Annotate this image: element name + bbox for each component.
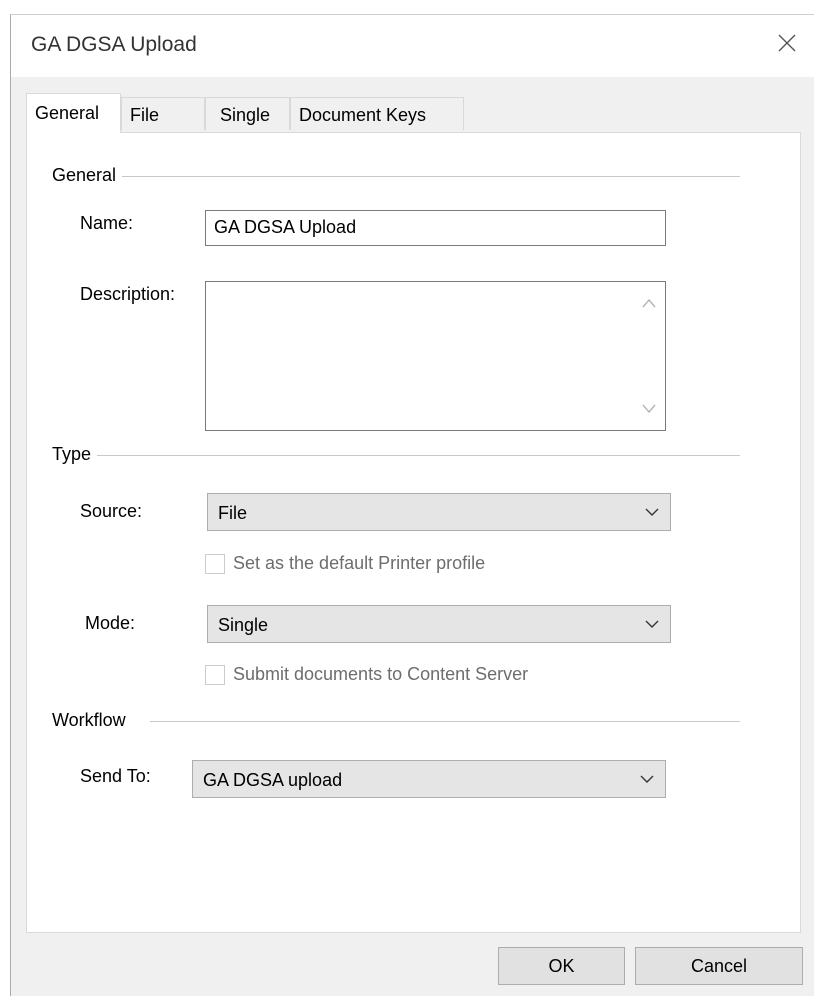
- mode-label: Mode:: [85, 613, 136, 633]
- tab-label: General: [35, 103, 100, 123]
- description-field[interactable]: [205, 281, 666, 431]
- description-label: Description:: [80, 284, 176, 304]
- submit-content-server-label: Submit documents to Content Server: [233, 664, 529, 684]
- close-icon: [778, 34, 796, 52]
- cancel-button-label: Cancel: [690, 955, 748, 976]
- submit-content-server-option[interactable]: Submit documents to Content Server: [205, 664, 528, 685]
- mode-value: Single: [218, 615, 269, 635]
- chevron-down-icon: [640, 775, 654, 783]
- group-divider: [97, 455, 740, 456]
- type-group-heading: Type: [52, 444, 96, 465]
- chevron-up-icon: [642, 298, 656, 308]
- tab-single[interactable]: Single: [205, 97, 290, 130]
- tab-file[interactable]: File: [121, 97, 205, 130]
- tab-label: Document Keys: [299, 105, 427, 125]
- group-divider: [150, 721, 740, 722]
- mode-dropdown[interactable]: Single: [207, 605, 671, 643]
- tab-general[interactable]: General: [26, 93, 121, 133]
- source-dropdown[interactable]: File: [207, 493, 671, 531]
- send-to-value: GA DGSA upload: [203, 770, 343, 790]
- title-bar: GA DGSA Upload: [11, 15, 814, 77]
- chevron-down-icon: [645, 620, 659, 628]
- send-to-label: Send To:: [80, 766, 151, 786]
- tab-label: Single: [220, 105, 271, 125]
- name-label: Name:: [80, 213, 134, 233]
- general-tab-panel: General Name: GA DGSA Upload Description…: [26, 132, 801, 933]
- default-printer-label: Set as the default Printer profile: [233, 553, 486, 573]
- workflow-group-heading: Workflow: [52, 710, 130, 731]
- window-title: GA DGSA Upload: [31, 33, 197, 56]
- chevron-down-icon: [645, 508, 659, 516]
- dialog-window: GA DGSA Upload General File Single Docum…: [10, 14, 814, 996]
- tab-document-keys[interactable]: Document Keys: [290, 97, 464, 130]
- source-label: Source:: [80, 501, 143, 521]
- tab-label: File: [130, 105, 160, 125]
- chevron-down-icon: [642, 404, 656, 414]
- general-group-heading: General: [52, 165, 121, 186]
- description-scrollbar[interactable]: [634, 283, 664, 429]
- tab-strip: General File Single Document Keys: [26, 93, 486, 133]
- default-printer-checkbox[interactable]: [205, 553, 225, 574]
- ok-button[interactable]: OK: [498, 947, 625, 985]
- default-printer-option[interactable]: Set as the default Printer profile: [205, 553, 485, 574]
- ok-button-label: OK: [548, 955, 575, 976]
- group-divider: [122, 176, 740, 177]
- source-value: File: [218, 503, 248, 523]
- submit-content-server-checkbox[interactable]: [205, 664, 225, 685]
- send-to-dropdown[interactable]: GA DGSA upload: [192, 760, 666, 798]
- close-button[interactable]: [764, 23, 810, 63]
- cancel-button[interactable]: Cancel: [635, 947, 803, 985]
- name-field[interactable]: GA DGSA Upload: [205, 210, 666, 246]
